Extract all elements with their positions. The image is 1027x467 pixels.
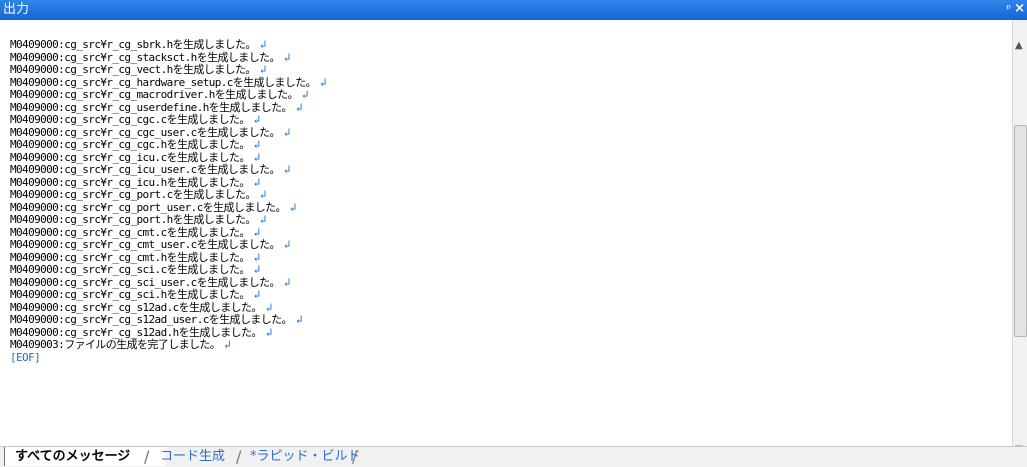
output-line-text: M0409000:cg_src¥r_cg_cgc_user.cを生成しました。: [10, 125, 281, 139]
output-line-text: M0409000:cg_src¥r_cg_cmt.hを生成しました。: [10, 250, 250, 264]
output-line-text: M0409000:cg_src¥r_cg_s12ad.hを生成しました。: [10, 325, 262, 339]
line-return-icon: ↲: [224, 338, 231, 351]
vertical-scrollbar[interactable]: ▲ ▼: [1012, 20, 1027, 457]
close-icon[interactable]: ×: [1014, 1, 1025, 16]
output-line-text: M0409000:cg_src¥r_cg_port.cを生成しました。: [10, 188, 256, 201]
line-return-icon: ↲: [253, 138, 261, 151]
line-return-icon: ↲: [259, 188, 267, 201]
tab-label: *ラピッド・ビルド: [250, 449, 361, 464]
output-line-text: M0409000:cg_src¥r_cg_cgc.hを生成しました。: [10, 138, 250, 151]
output-line-text: M0409000:cg_src¥r_cg_cmt_user.cを生成しました。: [10, 238, 281, 251]
line-return-icon: ↲: [283, 275, 291, 289]
output-tab-bar: すべてのメッセージ / コード生成 / *ラピッド・ビルド /: [0, 446, 1027, 467]
output-line-text: M0409003:ファイルの生成を完了しました。: [10, 338, 221, 351]
output-line-text: M0409000:cg_src¥r_cg_vect.hを生成しました。: [10, 63, 256, 76]
output-line-text: M0409000:cg_src¥r_cg_icu_user.cを生成しました。: [10, 163, 281, 176]
line-return-icon: ↲: [265, 300, 273, 314]
output-line-text: M0409000:cg_src¥r_cg_cgc.cを生成しました。: [10, 113, 250, 126]
scroll-up-icon[interactable]: ▲: [1015, 40, 1023, 51]
line-return-icon: ↲: [259, 213, 267, 226]
output-line-text: M0409000:cg_src¥r_cg_macrodriver.hを生成しまし…: [10, 88, 299, 101]
line-return-icon: ↲: [253, 150, 261, 164]
output-line-text: M0409000:cg_src¥r_cg_port_user.cを生成しました。: [10, 200, 287, 214]
line-return-icon: ↲: [259, 39, 267, 51]
output-line-text: M0409000:cg_src¥r_cg_s12ad_user.cを生成しました…: [10, 313, 293, 326]
line-return-icon: ↲: [320, 75, 327, 89]
output-line-text: M0409000:cg_src¥r_cg_stacksct.hを生成しました。: [10, 50, 281, 64]
output-line-text: M0409000:cg_src¥r_cg_sci.cを生成しました。: [10, 263, 250, 276]
tab-separator: /: [144, 447, 150, 466]
tab-separator: /: [352, 447, 358, 466]
line-return-icon: ↲: [295, 313, 303, 326]
line-return-icon: ↲: [283, 125, 291, 139]
line-return-icon: ↲: [253, 225, 261, 239]
line-return-icon: ↲: [253, 263, 261, 276]
line-return-icon: ↲: [295, 100, 303, 114]
output-line-text: M0409000:cg_src¥r_cg_s12ad.cを生成しました。: [10, 300, 262, 314]
output-line-text: M0409000:cg_src¥r_cg_port.hを生成しました。: [10, 213, 256, 226]
line-return-icon: ↲: [283, 238, 291, 251]
line-return-icon: ↲: [253, 250, 261, 264]
line-return-icon: ↲: [283, 163, 291, 176]
line-return-icon: ↲: [301, 88, 309, 101]
output-line-text: M0409000:cg_src¥r_cg_hardware_setup.cを生成…: [10, 75, 317, 89]
line-return-icon: ↲: [283, 50, 291, 64]
output-line: M0409003:ファイルの生成を完了しました。 ↲: [10, 338, 1010, 352]
tab-label: すべてのメッセージ: [15, 449, 131, 464]
tab-all-messages[interactable]: すべてのメッセージ: [4, 447, 165, 466]
line-return-icon: ↲: [253, 288, 261, 301]
output-line-text: M0409000:cg_src¥r_cg_icu.hを生成しました。: [10, 175, 250, 189]
output-line-text: M0409000:cg_src¥r_cg_sbrk.hを生成しました。: [10, 39, 256, 51]
output-line-text: M0409000:cg_src¥r_cg_sci_user.cを生成しました。: [10, 275, 281, 289]
output-line-text: M0409000:cg_src¥r_cg_icu.cを生成しました。: [10, 150, 250, 164]
output-line-text: M0409000:cg_src¥r_cg_cmt.cを生成しました。: [10, 225, 250, 239]
line-return-icon: ↲: [253, 113, 261, 126]
output-panel-titlebar: 出力 ᵖ ×: [0, 0, 1027, 20]
line-return-icon: ↲: [259, 63, 267, 76]
output-line-text: M0409000:cg_src¥r_cg_sci.hを生成しました。: [10, 288, 250, 301]
line-return-icon: ↲: [253, 175, 261, 189]
tab-label: コード生成: [160, 449, 226, 464]
line-return-icon: ↲: [289, 200, 297, 214]
pin-icon[interactable]: ᵖ: [1006, 2, 1011, 15]
scrollbar-thumb[interactable]: [1014, 125, 1027, 337]
eof-marker: [EOF]: [10, 350, 41, 364]
output-line-text: M0409000:cg_src¥r_cg_userdefine.hを生成しました…: [10, 100, 293, 114]
line-return-icon: ↲: [265, 325, 273, 339]
output-text-area[interactable]: M0409000:cg_src¥r_cg_sbrk.hを生成しました。 ↲ M040…: [10, 39, 1010, 457]
panel-title: 出力: [3, 2, 30, 17]
